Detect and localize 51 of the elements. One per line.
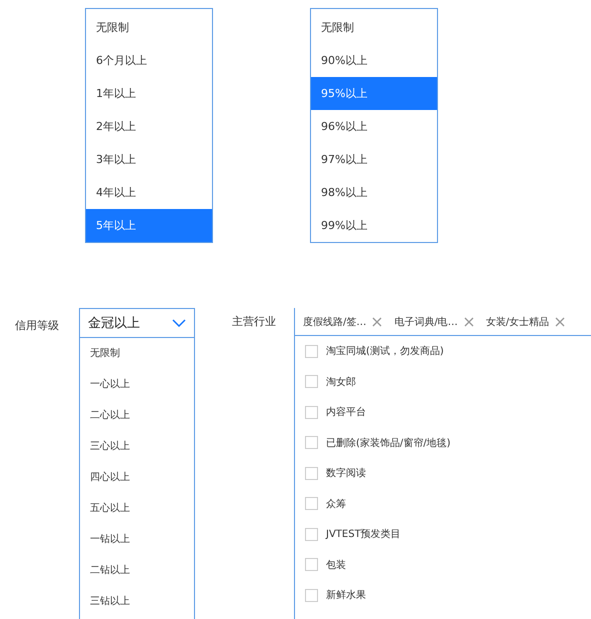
dropdown-option[interactable]: 一心以上 (80, 369, 194, 400)
dropdown-option[interactable]: 6个月以上 (86, 44, 212, 77)
checkbox[interactable] (305, 406, 318, 419)
select-field[interactable]: 金冠以上 (79, 308, 195, 338)
close-icon[interactable] (555, 316, 566, 326)
checkbox[interactable] (305, 588, 318, 602)
checkbox[interactable] (305, 528, 318, 541)
checkbox-label: 包装 (326, 558, 346, 572)
tag-label: 电子词典/电… (394, 316, 458, 328)
checkbox[interactable] (305, 466, 318, 480)
checkbox-label: 已删除(家装饰品/窗帘/地毯) (326, 436, 451, 450)
checkbox[interactable] (305, 436, 318, 450)
dropdown-option[interactable]: 4年以上 (86, 176, 212, 209)
field-label: 主营行业 (232, 314, 277, 329)
dropdown-option[interactable]: 五心以上 (80, 493, 194, 524)
field-label: 信用等级 (15, 318, 60, 333)
dropdown-option[interactable]: 97%以上 (311, 143, 437, 176)
checkbox[interactable] (305, 375, 318, 388)
checkbox-label: JVTEST预发类目 (326, 528, 401, 542)
chevron-down-icon (172, 319, 186, 327)
dropdown-option[interactable]: 5年以上 (86, 209, 212, 242)
checkbox-label: 淘宝同城(测试，勿发商品) (326, 344, 444, 358)
checkbox-label: 数字阅读 (326, 466, 366, 480)
dropdown-option[interactable]: 99%以上 (311, 209, 437, 242)
dropdown-option[interactable]: 无限制 (80, 338, 194, 369)
checkbox-label: 众筹 (326, 498, 346, 511)
checkbox[interactable] (305, 344, 318, 358)
dropdown-option[interactable]: 二心以上 (80, 400, 194, 431)
dropdown-option[interactable]: 一钻以上 (80, 524, 194, 555)
checkbox[interactable] (305, 497, 318, 510)
dropdown-option[interactable]: 96%以上 (311, 110, 437, 143)
dropdown-option[interactable]: 2年以上 (86, 110, 212, 143)
dropdown-option[interactable]: 无限制 (311, 11, 437, 44)
dropdown-option[interactable]: 二钻以上 (80, 555, 194, 586)
dropdown-option[interactable]: 无限制 (86, 11, 212, 44)
close-icon[interactable] (464, 316, 474, 326)
dropdown-option[interactable]: 95%以上 (311, 77, 437, 110)
dropdown-option[interactable]: 3年以上 (86, 143, 212, 176)
dropdown-option[interactable]: 四心以上 (80, 462, 194, 493)
dropdown-option[interactable]: 98%以上 (311, 176, 437, 209)
dropdown-option[interactable]: 1年以上 (86, 77, 212, 110)
dropdown-option[interactable]: 三钻以上 (80, 586, 194, 617)
checkbox-label: 淘女郎 (326, 376, 356, 389)
dropdown-option[interactable]: 三心以上 (80, 431, 194, 462)
checkbox[interactable] (305, 558, 318, 572)
dropdown-option[interactable]: 90%以上 (311, 44, 437, 77)
tag-label: 度假线路/签… (303, 316, 366, 328)
tag-label: 女装/女士精品 (486, 316, 550, 328)
close-icon[interactable] (372, 316, 382, 326)
checkbox-label: 内容平台 (326, 406, 366, 420)
checkbox-label: 新鲜水果 (326, 588, 366, 602)
